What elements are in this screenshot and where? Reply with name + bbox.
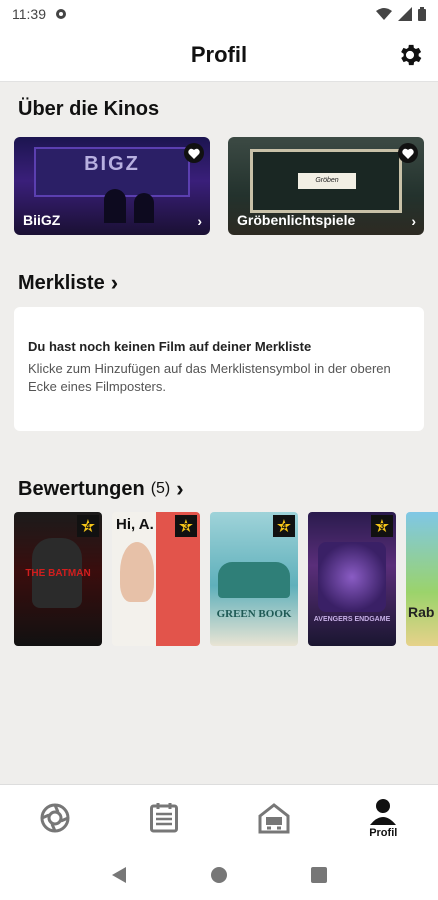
status-bar: 11:39 (0, 0, 438, 28)
rating-star-icon: ★ 3 (175, 515, 197, 537)
back-icon[interactable] (111, 866, 127, 884)
chevron-right-icon: › (176, 476, 184, 501)
home-icon[interactable] (210, 866, 228, 884)
favorite-heart-icon[interactable] (184, 143, 204, 163)
poster-rab[interactable]: Rab (406, 512, 438, 646)
status-time: 11:39 (12, 6, 46, 22)
poster-green-book[interactable]: GREEN BOOK ★ 4 (210, 512, 298, 646)
battery-icon (418, 7, 426, 21)
poster-car (218, 562, 290, 598)
cinema-card-biigz[interactable]: BIGZ BiiGZ › (14, 137, 210, 235)
chevron-right-icon: › (411, 213, 416, 229)
poster-batman[interactable]: THE BATMAN ★ 4 (14, 512, 102, 646)
poster-title: AVENGERS ENDGAME (313, 616, 391, 623)
watchlist-title: Merkliste (18, 271, 105, 294)
chevron-right-icon: › (110, 270, 119, 295)
cinema-label: BiiGZ (23, 212, 61, 228)
nav-item-profile[interactable]: Profil (329, 785, 438, 850)
signal-icon (398, 7, 412, 21)
ratings-section-link[interactable]: Bewertungen (5) › (18, 476, 184, 502)
theater-house-icon (258, 802, 290, 833)
poster-title: Hi, A. (116, 516, 154, 533)
poster-title: Rab (408, 604, 435, 620)
chevron-right-icon: › (197, 213, 202, 229)
ratings-count: (5) (150, 480, 171, 497)
rating-star-icon: ★ 4 (77, 515, 99, 537)
wifi-icon (376, 8, 392, 20)
system-navigation-bar (0, 850, 438, 900)
recents-icon[interactable] (310, 867, 327, 883)
poster-title: GREEN BOOK (216, 608, 292, 620)
silhouette (104, 189, 126, 223)
watchlist-empty-text: Klicke zum Hinzufügen auf das Merklisten… (28, 361, 391, 394)
poster-avengers[interactable]: AVENGERS ENDGAME ★ 3 (308, 512, 396, 646)
poster-hi-a[interactable]: Hi, A. ★ 3 (112, 512, 200, 646)
favorite-heart-icon[interactable] (398, 143, 418, 163)
nav-item-theaters[interactable] (219, 785, 329, 850)
page-title: Profil (190, 41, 248, 67)
profile-icon (370, 798, 397, 825)
cinema-logo-text: BIGZ (84, 153, 140, 175)
app-header: Profil (0, 28, 438, 82)
watchlist-empty-card: Du hast noch keinen Film auf deiner Merk… (14, 307, 424, 431)
cinemas-title: Über die Kinos (18, 98, 160, 120)
nav-item-program[interactable] (110, 785, 220, 850)
cinema-card-groebenlichtspiele[interactable]: Gröben Lichtspiele Gröbenlichtspiele › (228, 137, 424, 235)
rating-value: 3 (183, 521, 189, 531)
silhouette (134, 193, 154, 223)
rating-value: 3 (379, 521, 385, 531)
poster-heroes (318, 542, 386, 612)
poster-title: THE BATMAN (25, 568, 91, 579)
ratings-title: Bewertungen (18, 477, 145, 500)
cinema-reel-icon (40, 803, 70, 832)
watchlist-empty-heading: Du hast noch keinen Film auf deiner Merk… (28, 339, 312, 354)
nav-label-profile: Profil (369, 826, 398, 839)
settings-gear-icon[interactable] (396, 41, 424, 69)
rating-value: 4 (281, 521, 287, 531)
watchlist-section-link[interactable]: Merkliste › (18, 270, 118, 296)
poster-face (120, 542, 154, 602)
rating-star-icon: ★ 4 (273, 515, 295, 537)
cinema-logo-text: Gröben Lichtspiele (298, 173, 356, 189)
notification-icon (56, 9, 66, 19)
bottom-navigation: Profil (0, 784, 438, 850)
nav-item-cinema[interactable] (0, 785, 110, 850)
cinemas-section-title: Über die Kinos (18, 98, 159, 121)
rating-star-icon: ★ 3 (371, 515, 393, 537)
rating-value: 4 (85, 521, 91, 531)
calendar-list-icon (150, 802, 179, 832)
cinema-label: Gröbenlichtspiele (237, 212, 356, 228)
